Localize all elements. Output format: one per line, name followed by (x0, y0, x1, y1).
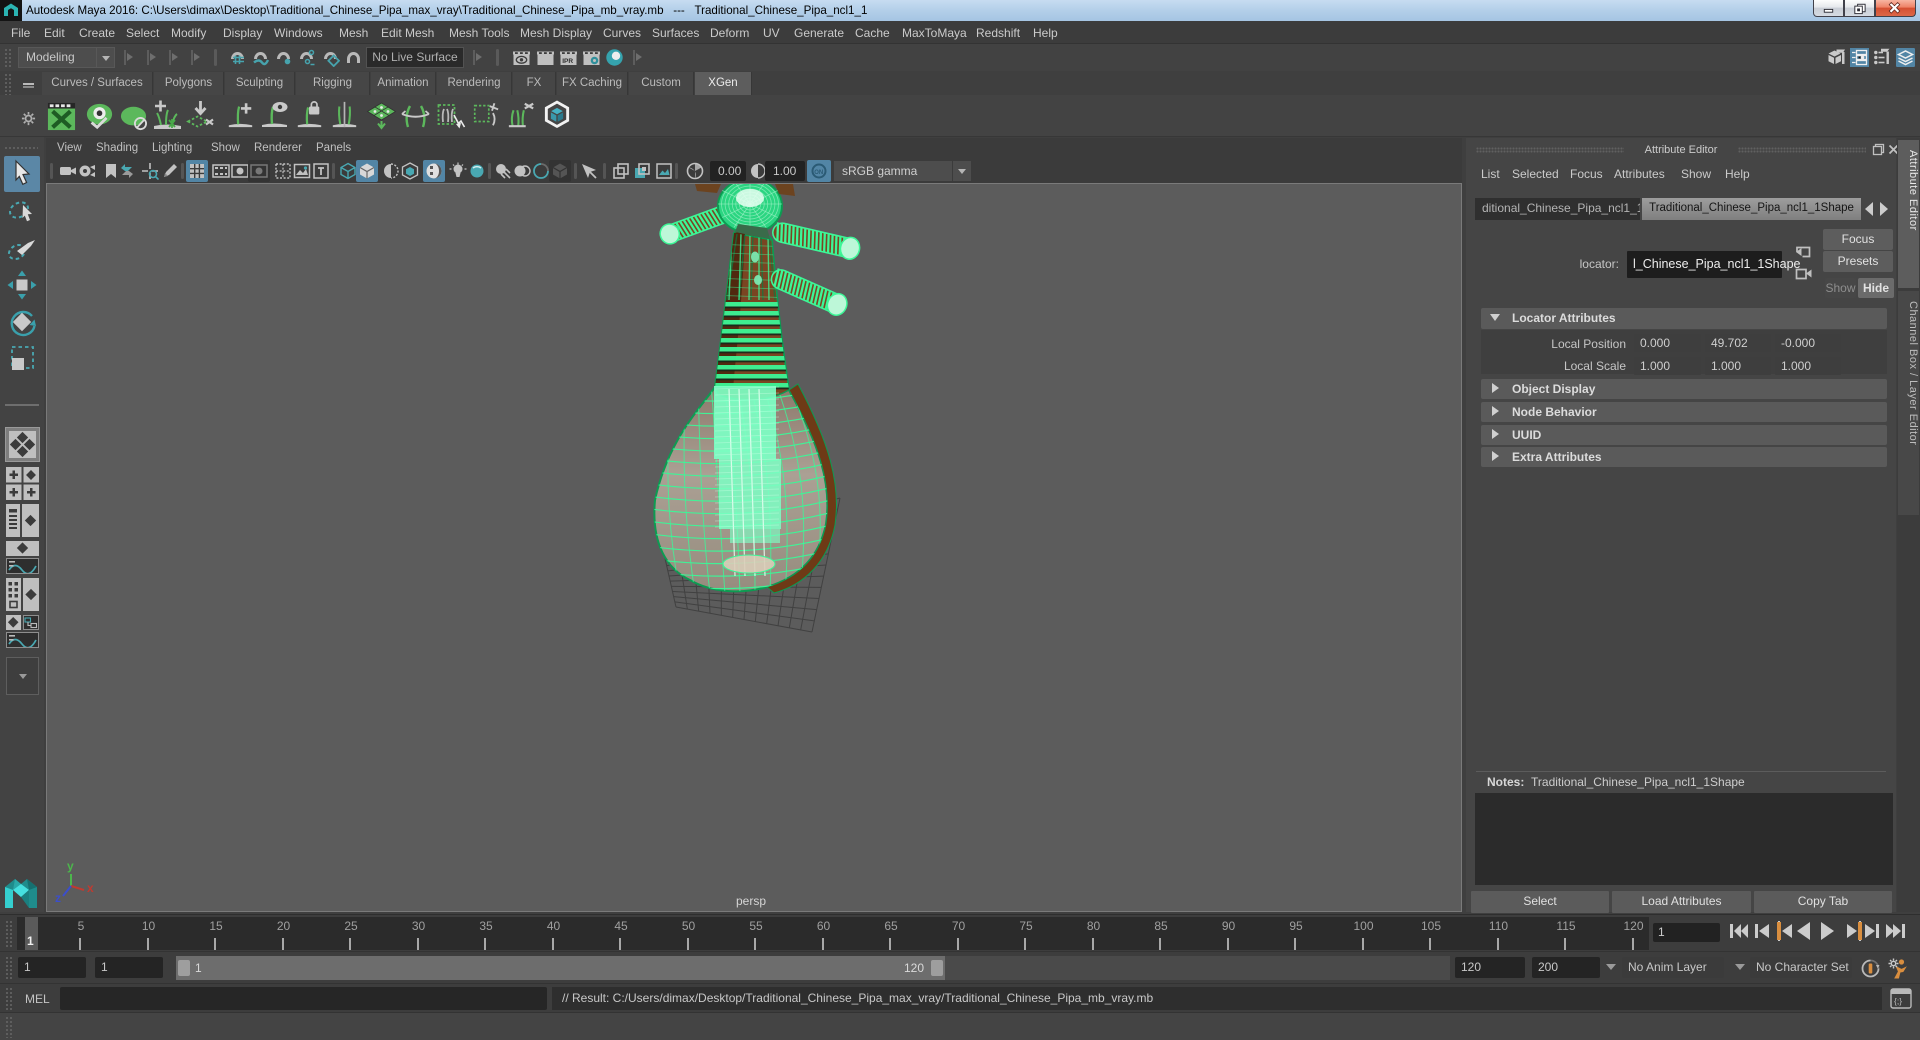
svg-text:y: y (67, 859, 74, 873)
svg-text:z: z (55, 891, 61, 902)
svg-text:x: x (87, 881, 94, 895)
svg-text:IPR: IPR (562, 58, 573, 65)
svg-text:ON: ON (814, 170, 823, 176)
svg-text:{;}: {;} (1894, 996, 1902, 1006)
